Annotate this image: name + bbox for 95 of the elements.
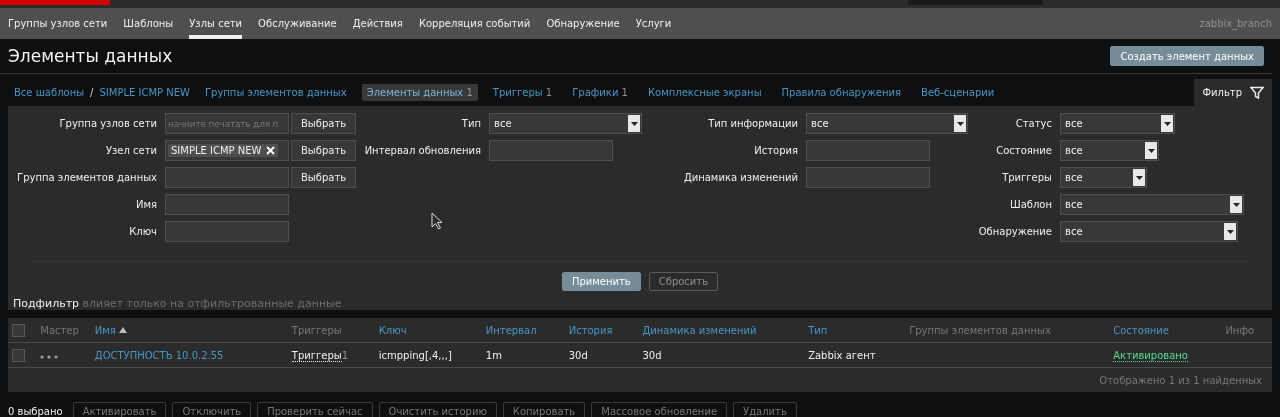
tab[interactable]: Веб-сценарии [916, 84, 1000, 101]
column-header[interactable]: Динамика изменений [642, 324, 757, 336]
table-cell: icmpping[,4,,,] [378, 349, 452, 361]
field-label: Узел сети [104, 145, 157, 156]
caret-icon [1135, 175, 1143, 180]
field-label: Интервал обновления [363, 145, 481, 156]
column-header: Инфо [1225, 324, 1255, 336]
triggers-link[interactable]: Триггеры [291, 349, 342, 362]
breadcrumb-separator: / [90, 87, 94, 98]
reset-button[interactable]: Сбросить [648, 272, 719, 291]
server-name: zabbix_branch [1199, 18, 1272, 29]
nav-item[interactable]: Обнаружение [546, 8, 620, 39]
apply-button[interactable]: Применить [561, 272, 641, 291]
field-label: История [753, 145, 798, 156]
nav-item[interactable]: Узлы сети [189, 8, 243, 39]
field-label: Имя [134, 199, 157, 210]
multiselect-field[interactable]: SIMPLE ICMP NEW [165, 140, 289, 161]
field-label: Состояние [995, 145, 1052, 156]
input-field[interactable] [806, 140, 930, 161]
table-cell: 30d [642, 349, 662, 361]
column-header: Мастер [40, 324, 79, 336]
field-label: Статус [1014, 118, 1052, 129]
dropdown[interactable]: все [1060, 140, 1159, 161]
nav-item[interactable]: Услуги [635, 8, 672, 39]
caret-icon [1147, 148, 1155, 153]
filter-icon [1250, 85, 1264, 100]
table-cell: 30d [568, 349, 588, 361]
column-header[interactable]: История [568, 324, 613, 336]
tab[interactable]: Комплексные экраны [642, 84, 767, 101]
results-summary: Отображено 1 из 1 найденных [1099, 374, 1262, 386]
field-label: Тип информации [707, 118, 798, 129]
subfilter-title: Подфильтр [13, 297, 80, 310]
field-label: Обнаружение [977, 226, 1052, 237]
nav-item[interactable]: Корреляция событий [418, 8, 531, 39]
caret-icon [1226, 229, 1234, 234]
tab[interactable]: Правила обнаружения [776, 84, 907, 101]
tab[interactable]: Группы элементов данных [199, 84, 352, 101]
status-link[interactable]: Активировано [1113, 349, 1188, 362]
column-header[interactable]: Имя [94, 324, 127, 336]
table-cell: Zabbix агент [808, 349, 876, 361]
caret-icon [630, 121, 638, 126]
select-all-checkbox[interactable] [12, 323, 25, 337]
field-label: Ключ [128, 226, 157, 237]
column-header[interactable]: Ключ [378, 324, 407, 336]
field-label: Группа элементов данных [16, 172, 157, 183]
column-header[interactable]: Тип [808, 324, 828, 336]
page-title: Элементы данных [8, 46, 173, 66]
table-cell: 1m [485, 349, 502, 361]
tab[interactable]: Триггеры 1 [487, 84, 558, 101]
selected-tag: SIMPLE ICMP NEW [168, 144, 279, 157]
more-icon[interactable] [40, 354, 59, 359]
breadcrumb-link[interactable]: Все шаблоны [14, 87, 85, 98]
column-header[interactable]: Состояние [1113, 324, 1169, 336]
column-header[interactable]: Интервал [485, 324, 537, 336]
nav-item[interactable]: Шаблоны [123, 8, 174, 39]
nav-item[interactable]: Действия [352, 8, 403, 39]
column-header: Группы элементов данных [909, 324, 1051, 336]
field-label: Динамика изменений [682, 172, 798, 183]
field-label: Группа узлов сети [58, 118, 157, 129]
nav-item[interactable]: Обслуживание [258, 8, 337, 39]
sort-ascending-icon [118, 327, 127, 333]
multiselect-field[interactable] [165, 167, 289, 188]
select-button[interactable]: Выбрать [291, 140, 357, 161]
dropdown[interactable]: все [489, 113, 642, 134]
item-name-link[interactable]: ДОСТУПНОСТЬ 10.0.2.55 [94, 349, 224, 361]
create-item-button[interactable]: Создать элемент данных [1110, 46, 1264, 66]
breadcrumb-link[interactable]: SIMPLE ICMP NEW [99, 87, 190, 98]
input-field[interactable] [806, 167, 930, 188]
input-field[interactable] [489, 140, 613, 161]
column-header: Триггеры [291, 324, 342, 336]
mouse-cursor-icon [431, 212, 443, 230]
nav-item[interactable]: Группы узлов сети [8, 8, 108, 39]
input-field[interactable] [165, 194, 289, 215]
selected-count: 0 выбрано [8, 406, 63, 417]
input-field[interactable] [165, 221, 289, 242]
dropdown[interactable]: все [806, 113, 968, 134]
remove-icon[interactable] [266, 146, 276, 155]
dropdown[interactable]: все [1060, 221, 1238, 242]
filter-tab[interactable]: Фильтр [1194, 79, 1272, 106]
trigger-count: 1 [341, 349, 349, 361]
field-label: Тип [460, 118, 481, 129]
dropdown[interactable]: все [1060, 113, 1175, 134]
select-button[interactable]: Выбрать [291, 113, 357, 134]
caret-icon [956, 121, 964, 126]
caret-icon [1163, 121, 1171, 126]
field-label: Шаблон [1008, 199, 1052, 210]
select-button[interactable]: Выбрать [291, 167, 357, 188]
subfilter-note: влияет только на отфильтрованные данные [82, 297, 342, 310]
row-checkbox[interactable] [12, 348, 25, 362]
caret-icon [1232, 202, 1240, 207]
tab[interactable]: Элементы данных 1 [361, 84, 478, 101]
dropdown[interactable]: все [1060, 167, 1147, 188]
tab[interactable]: Графики 1 [567, 84, 633, 101]
dropdown[interactable]: все [1060, 194, 1244, 215]
field-label: Триггеры [1001, 172, 1052, 183]
